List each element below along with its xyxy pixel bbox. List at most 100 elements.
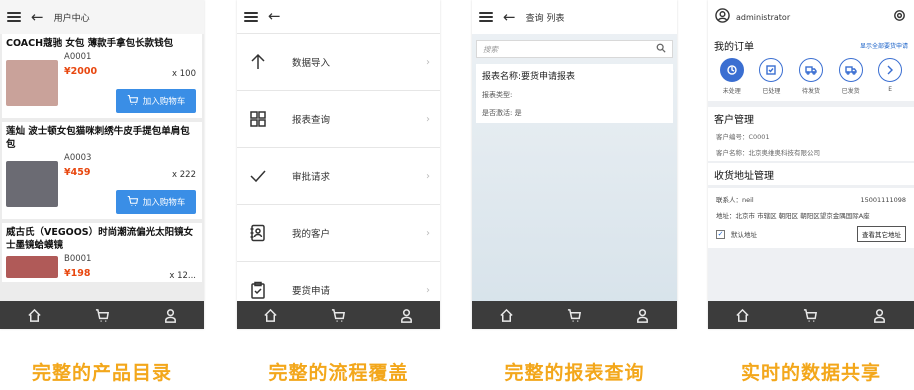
menu-item-label: 审批请求 bbox=[292, 172, 331, 183]
bottom-nav bbox=[237, 301, 440, 329]
orders-title: 我的订单 bbox=[714, 41, 754, 53]
product-card[interactable]: COACH蔻驰 女包 薄款手拿包长款钱包 A0001 ¥2000 x 100 加入购物车 bbox=[2, 34, 202, 118]
menu-icon[interactable] bbox=[7, 11, 21, 23]
order-status-item[interactable]: 未处理 bbox=[715, 58, 749, 95]
order-status-label: 待发货 bbox=[801, 88, 820, 95]
caption-product-catalog: 完整的产品目录 bbox=[31, 362, 172, 384]
back-arrow-icon[interactable]: ← bbox=[31, 9, 44, 25]
home-icon[interactable] bbox=[261, 305, 281, 325]
menu-item-label: 要货申请 bbox=[292, 286, 331, 297]
clipboard-icon bbox=[248, 280, 268, 300]
top-bar: ← 用户中心 bbox=[0, 0, 204, 34]
chevron-right-icon: › bbox=[426, 227, 430, 239]
show-all-link[interactable]: 显示全部要货申请 bbox=[860, 41, 908, 50]
user-icon[interactable] bbox=[870, 305, 890, 325]
report-icon bbox=[248, 109, 268, 129]
check-icon bbox=[248, 166, 268, 186]
add-to-cart-button[interactable]: 加入购物车 bbox=[116, 89, 196, 113]
add-to-cart-label: 加入购物车 bbox=[142, 198, 186, 208]
order-status-item[interactable]: E bbox=[873, 58, 907, 95]
page-title: 用户中心 bbox=[53, 13, 90, 24]
menu-item-label: 数据导入 bbox=[292, 58, 331, 69]
caption-process-coverage: 完整的流程覆盖 bbox=[268, 362, 409, 384]
product-qty: x 12... bbox=[169, 271, 196, 281]
to-ship-icon bbox=[798, 58, 823, 82]
user-icon[interactable] bbox=[160, 305, 180, 325]
menu-item-label: 报表查询 bbox=[292, 115, 331, 126]
product-code: A0001 bbox=[64, 52, 92, 62]
chevron-right-icon bbox=[878, 58, 903, 82]
product-name: COACH蔻驰 女包 薄款手拿包长款钱包 bbox=[6, 38, 174, 49]
cart-icon[interactable] bbox=[328, 305, 348, 325]
default-address-checkbox[interactable]: ✓ 默认地址 bbox=[716, 229, 757, 239]
report-card[interactable]: 报表名称:要货申请报表 报表类型: 是否激活: 是 bbox=[476, 64, 673, 123]
user-icon[interactable] bbox=[396, 305, 416, 325]
product-image bbox=[6, 161, 58, 207]
product-image bbox=[6, 256, 58, 278]
report-type: 报表类型: bbox=[482, 91, 513, 99]
username: administrator bbox=[736, 12, 791, 22]
product-qty: x 222 bbox=[172, 170, 196, 180]
view-other-addresses-button[interactable]: 查看其它地址 bbox=[857, 226, 906, 242]
search-input[interactable]: 搜索 bbox=[476, 40, 673, 58]
pending-icon bbox=[719, 58, 744, 82]
cart-icon[interactable] bbox=[801, 305, 821, 325]
caption-report-query: 完整的报表查询 bbox=[504, 362, 645, 384]
home-icon[interactable] bbox=[496, 305, 516, 325]
user-icon[interactable] bbox=[633, 305, 653, 325]
back-arrow-icon[interactable]: ← bbox=[268, 9, 281, 24]
home-icon[interactable] bbox=[24, 305, 44, 325]
cart-icon[interactable] bbox=[564, 305, 584, 325]
check-icon: ✓ bbox=[716, 229, 725, 239]
menu-item[interactable]: 数据导入 › bbox=[237, 34, 440, 91]
page-title: 查询 列表 bbox=[525, 13, 565, 24]
search-placeholder: 搜索 bbox=[483, 44, 498, 54]
home-icon[interactable] bbox=[732, 305, 752, 325]
menu-icon[interactable] bbox=[479, 11, 493, 23]
product-card[interactable]: 威古氏（VEGOOS）时尚潮流偏光太阳镜女士墨镜蛤蟆镜 B0001 ¥198 x 12… bbox=[2, 223, 202, 282]
order-status-item[interactable]: 待发货 bbox=[794, 58, 828, 95]
product-name: 威古氏（VEGOOS）时尚潮流偏光太阳镜女士墨镜蛤蟆镜 bbox=[6, 227, 194, 251]
address-card: 联系人：neil 15001111098 地址：北京市 市辖区 朝阳区 朝阳区望… bbox=[708, 188, 914, 248]
product-qty: x 100 bbox=[172, 69, 196, 79]
search-icon[interactable] bbox=[656, 43, 666, 55]
product-list: COACH蔻驰 女包 薄款手拿包长款钱包 A0001 ¥2000 x 100 加入购物车… bbox=[0, 34, 204, 282]
bottom-nav bbox=[708, 301, 914, 329]
menu-item[interactable]: 审批请求 › bbox=[237, 148, 440, 205]
settings-icon[interactable] bbox=[892, 8, 907, 27]
address-title: 收货地址管理 bbox=[714, 170, 774, 182]
default-address-label: 默认地址 bbox=[731, 231, 757, 239]
add-to-cart-button[interactable]: 加入购物车 bbox=[116, 190, 196, 214]
back-arrow-icon[interactable]: ← bbox=[503, 9, 516, 25]
menu-item[interactable]: 报表查询 › bbox=[237, 91, 440, 148]
caption-data-sharing: 实时的数据共享 bbox=[740, 362, 881, 384]
cart-icon[interactable] bbox=[92, 305, 112, 325]
user-header[interactable]: administrator bbox=[715, 7, 791, 27]
order-status-item[interactable]: 已发货 bbox=[834, 58, 868, 95]
order-status-row: 未处理 已处理 待发货 已发货 E bbox=[708, 56, 914, 101]
bottom-nav bbox=[0, 301, 204, 329]
product-name: 莲灿 波士顿女包猫咪刺绣牛皮手提包单肩包包 bbox=[6, 126, 190, 150]
customer-header: 客户管理 bbox=[708, 107, 914, 129]
chevron-right-icon: › bbox=[426, 113, 430, 125]
chevron-right-icon: › bbox=[426, 170, 430, 182]
avatar-icon bbox=[715, 7, 730, 27]
product-card[interactable]: 莲灿 波士顿女包猫咪刺绣牛皮手提包单肩包包 A0003 ¥459 x 222 加入购物车 bbox=[2, 122, 202, 219]
report-active: 是否激活: 是 bbox=[482, 109, 522, 117]
order-status-item[interactable]: 已处理 bbox=[754, 58, 788, 95]
report-title: 报表名称:要货申请报表 bbox=[482, 72, 576, 82]
customer-name: 客户名称：北京奥维奥科技有限公司 bbox=[716, 149, 820, 157]
menu-item[interactable]: 我的客户 › bbox=[237, 205, 440, 262]
showcase: ← 用户中心 COACH蔻驰 女包 薄款手拿包长款钱包 A0001 ¥2000 x 1… bbox=[0, 0, 914, 390]
function-menu: 数据导入 › 报表查询 › 审批请求 › 我的客户 › 要货申请 › bbox=[237, 34, 440, 319]
order-status-label: 未处理 bbox=[722, 88, 741, 95]
customer-code: 客户编号：C0001 bbox=[716, 133, 770, 141]
shipped-icon bbox=[838, 58, 863, 82]
user-center-screen: administrator 我的订单 显示全部要货申请 未处理 已处理 待发货 已发货… bbox=[708, 0, 914, 329]
menu-icon[interactable] bbox=[244, 11, 258, 23]
orders-header: 我的订单 显示全部要货申请 bbox=[708, 34, 914, 56]
contact-phone: 15001111098 bbox=[860, 196, 907, 204]
top-bar: ← bbox=[237, 0, 440, 34]
processed-icon bbox=[759, 58, 784, 82]
order-status-label: E bbox=[888, 86, 893, 93]
